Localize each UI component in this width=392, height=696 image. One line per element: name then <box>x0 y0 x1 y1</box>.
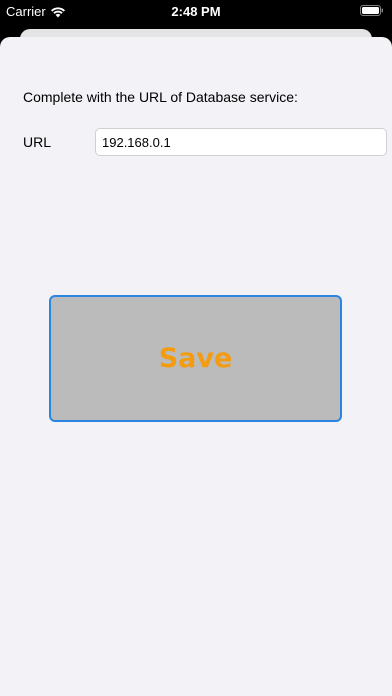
battery-icon <box>360 5 383 16</box>
instruction-text: Complete with the URL of Database servic… <box>23 89 298 105</box>
status-time: 2:48 PM <box>171 4 221 19</box>
url-label: URL <box>23 134 52 150</box>
status-bar: Carrier 2:48 PM <box>0 0 392 22</box>
url-input[interactable] <box>95 128 387 156</box>
modal-sheet: Complete with the URL of Database servic… <box>0 37 392 696</box>
save-button[interactable]: Save <box>49 295 342 422</box>
app-screen: Carrier 2:48 PM Complete with the URL of… <box>0 0 392 696</box>
